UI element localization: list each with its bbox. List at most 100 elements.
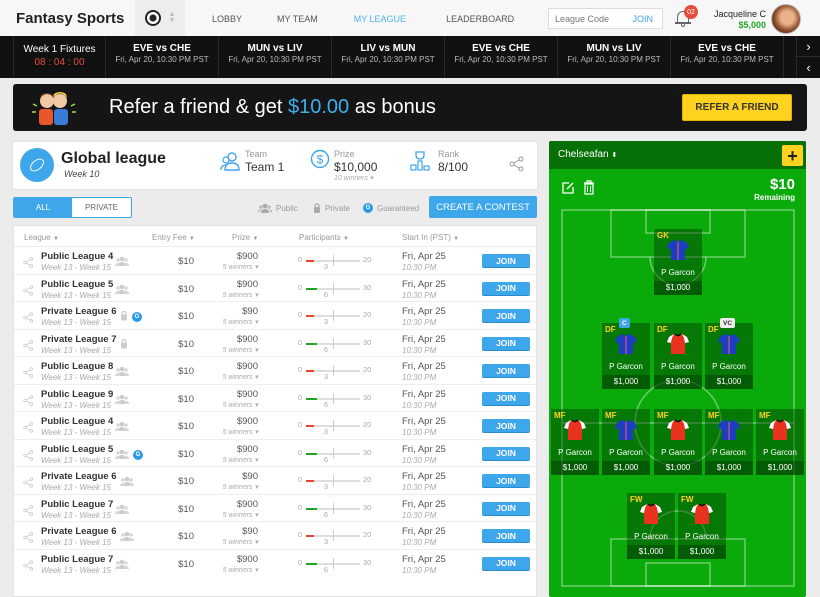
league-name[interactable]: Public League 4 [41,416,113,427]
participants-bar: 0 3 20 [298,473,378,493]
player-card[interactable]: MF P Garcon $1,000 [705,409,753,475]
winners-dropdown[interactable]: 5 winners ▾ [204,456,258,464]
column-header-start[interactable]: Start In (PST) ▼ [402,233,459,242]
join-button[interactable]: JOIN [482,254,530,268]
column-header-league[interactable]: League ▼ [24,233,59,242]
tab-all[interactable]: ALL [14,198,72,217]
share-icon[interactable] [23,448,34,466]
share-icon[interactable] [23,530,34,548]
refer-a-friend-button[interactable]: REFER A FRIEND [682,94,792,121]
chevron-right-icon[interactable]: › [797,36,820,57]
team-selector[interactable]: Chelseafan ⬍ [558,149,617,160]
soccer-ball-icon [144,10,161,26]
join-button[interactable]: JOIN [482,281,530,296]
join-button[interactable]: JOIN [482,529,530,543]
share-icon[interactable] [23,420,34,438]
winners-dropdown[interactable]: 5 winners ▾ [204,483,258,491]
share-icon[interactable] [23,255,34,273]
league-code-input[interactable] [555,13,625,24]
join-button[interactable]: JOIN [482,556,530,571]
join-button[interactable]: JOIN [482,391,530,406]
winners-dropdown[interactable]: 5 winners ▾ [204,428,258,436]
share-icon[interactable] [23,283,34,301]
winners-dropdown[interactable]: 5 winners ▾ [204,318,258,326]
fixture-item[interactable]: EVE vs CHE Fri, Apr 20, 10:30 PM PST [671,36,784,78]
chevron-left-icon[interactable]: ‹ [797,57,820,78]
league-name[interactable]: Public League 9 [41,389,113,400]
join-button[interactable]: JOIN [482,309,530,323]
tab-private[interactable]: PRIVATE [72,198,131,217]
player-card[interactable]: MF P Garcon $1,000 [654,409,702,475]
join-button[interactable]: JOIN [482,419,530,433]
winners-dropdown[interactable]: 5 winners ▾ [204,538,258,546]
nav-lobby[interactable]: LOBBY [212,14,242,24]
league-name[interactable]: Public League 4 [41,251,113,262]
winners-dropdown[interactable]: 5 winners ▾ [204,373,258,381]
column-header-participants[interactable]: Participants ▼ [299,233,349,242]
league-name[interactable]: Public League 7 [41,554,113,565]
share-icon[interactable] [23,393,34,411]
player-card[interactable]: GK P Garcon $1,000 [654,229,702,295]
share-icon[interactable] [509,156,525,172]
join-button[interactable]: JOIN [482,446,530,461]
player-card[interactable]: FW P Garcon $1,000 [627,493,675,559]
fixture-item[interactable]: EVE vs CHE Fri, Apr 20, 10:30 PM PST [106,36,219,78]
league-name[interactable]: Private League 6 [41,526,117,537]
join-button[interactable]: JOIN [482,336,530,351]
share-icon[interactable] [23,338,34,356]
player-card[interactable]: VC DF P Garcon $1,000 [705,318,753,389]
entry-fee: $10 [178,476,194,487]
league-name[interactable]: Private League 6 [41,306,117,317]
trash-icon[interactable] [583,180,595,195]
league-name[interactable]: Public League 5 [41,444,113,455]
edit-icon[interactable] [561,181,575,195]
avatar[interactable] [771,4,801,34]
player-card[interactable]: MF P Garcon $1,000 [551,409,599,475]
league-weeks: Week 13 - Week 15 [41,538,111,547]
participants-fill [306,425,315,427]
winners-dropdown[interactable]: 5 winners ▾ [204,346,258,354]
sport-selector[interactable]: ▲ ▼ [135,0,185,36]
nav-leaderboard[interactable]: LEADERBOARD [446,14,514,24]
league-name[interactable]: Public League 7 [41,499,113,510]
share-icon[interactable] [23,503,34,521]
join-button[interactable]: JOIN [482,474,530,488]
player-card[interactable]: C DF P Garcon $1,000 [602,318,650,389]
winners-dropdown[interactable]: 5 winners ▾ [204,511,258,519]
join-button[interactable]: JOIN [482,364,530,378]
red-shirt-icon [639,502,663,526]
fixture-item[interactable]: MUN vs LIV Fri, Apr 20, 10:30 PM PST [219,36,332,78]
winners-dropdown[interactable]: 5 winners ▾ [204,566,258,574]
league-name[interactable]: Private League 7 [41,334,117,345]
nav-my-team[interactable]: MY TEAM [277,14,318,24]
share-icon[interactable] [23,558,34,576]
user-name[interactable]: Jacqueline C [714,9,766,19]
league-name[interactable]: Private League 6 [41,471,117,482]
player-card[interactable]: DF P Garcon $1,000 [654,323,702,389]
brand-logo[interactable]: Fantasy Sports [16,10,124,27]
column-header-prize[interactable]: Prize ▼ [232,233,258,242]
fixture-item[interactable]: EVE vs CHE Fri, Apr 20, 10:30 PM PST [445,36,558,78]
nav-my-league[interactable]: MY LEAGUE [354,14,406,24]
column-header-entry-fee[interactable]: Entry Fee ▼ [152,233,195,242]
league-name[interactable]: Public League 8 [41,361,113,372]
player-card[interactable]: MF P Garcon $1,000 [756,409,804,475]
fixture-item[interactable]: MUN vs LIV Fri, Apr 20, 10:30 PM PST [558,36,671,78]
prize-winners-dropdown[interactable]: 10 winners ▾ [334,174,377,182]
league-name[interactable]: Public League 5 [41,279,113,290]
winners-dropdown[interactable]: 5 winners ▾ [204,263,258,271]
create-contest-button[interactable]: CREATE A CONTEST [429,196,537,218]
player-card[interactable]: FW P Garcon $1,000 [678,493,726,559]
join-button[interactable]: JOIN [482,501,530,516]
prize-amount: $900 [236,416,258,427]
start-time: 10:30 PM [402,318,437,327]
share-icon[interactable] [23,310,34,328]
fixture-item[interactable]: LIV vs MUN Fri, Apr 20, 10:30 PM PST [332,36,445,78]
player-card[interactable]: MF P Garcon $1,000 [602,409,650,475]
winners-dropdown[interactable]: 5 winners ▾ [204,401,258,409]
league-code-join-button[interactable]: JOIN [632,14,653,24]
add-team-button[interactable]: + [782,145,803,166]
winners-dropdown[interactable]: 5 winners ▾ [204,291,258,299]
share-icon[interactable] [23,475,34,493]
share-icon[interactable] [23,365,34,383]
